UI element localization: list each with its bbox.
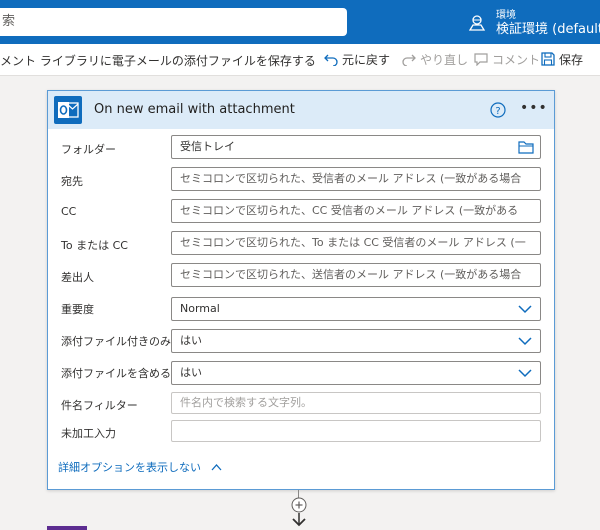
save-icon — [541, 52, 555, 66]
undo-label: 元に戻す — [342, 53, 391, 67]
top-header-bar: 索 環境 検証環境 (default) — [0, 0, 600, 44]
include-attachments-label: 添付ファイルを含める — [61, 367, 171, 380]
redo-button[interactable]: やり直し — [402, 50, 468, 70]
only-with-attachments-value: はい — [180, 334, 202, 347]
from-input[interactable]: セミコロンで区切られた、送信者のメール アドレス (一致がある場合 — [171, 263, 541, 287]
undo-icon — [324, 54, 338, 66]
card-title: On new email with attachment — [94, 102, 295, 117]
importance-dropdown[interactable]: Normal — [171, 297, 541, 321]
subject-filter-label: 件名フィルター — [61, 399, 138, 412]
arrow-down-icon — [292, 513, 306, 527]
outlook-icon — [54, 96, 82, 124]
to-or-cc-input[interactable]: セミコロンで区切られた、To または CC 受信者のメール アドレス (一 — [171, 231, 541, 255]
cc-input[interactable]: セミコロンで区切られた、CC 受信者のメール アドレス (一致がある — [171, 199, 541, 223]
advanced-options-label: 詳細オプションを表示しない — [58, 461, 201, 474]
chevron-down-icon — [518, 305, 532, 314]
hide-advanced-options-link[interactable]: 詳細オプションを表示しない — [58, 459, 222, 475]
folder-icon[interactable] — [518, 140, 534, 154]
folder-label: フォルダー — [61, 143, 116, 156]
chevron-up-icon — [211, 464, 221, 471]
chevron-down-icon — [518, 369, 532, 378]
search-input[interactable]: 索 — [0, 8, 347, 36]
raw-input-label: 未加工入力 — [61, 427, 116, 440]
folder-input[interactable]: 受信トレイ — [171, 135, 541, 159]
save-label: 保存 — [559, 53, 584, 67]
importance-label: 重要度 — [61, 303, 94, 316]
environment-icon[interactable] — [468, 14, 486, 32]
comment-label: コメント — [492, 53, 541, 67]
comment-button[interactable]: コメント — [474, 50, 540, 70]
to-label: 宛先 — [61, 175, 83, 188]
undo-button[interactable]: 元に戻す — [324, 50, 390, 70]
redo-icon — [402, 54, 416, 66]
include-attachments-value: はい — [180, 366, 202, 379]
trigger-card: On new email with attachment ? ••• フォルダー… — [47, 90, 555, 490]
save-button[interactable]: 保存 — [541, 50, 583, 70]
card-header[interactable]: On new email with attachment ? ••• — [48, 91, 554, 129]
to-input[interactable]: セミコロンで区切られた、受信者のメール アドレス (一致がある場合 — [171, 167, 541, 191]
chevron-down-icon — [518, 337, 532, 346]
help-icon[interactable]: ? — [490, 102, 506, 118]
only-with-attachments-label: 添付ファイル付きのみ — [61, 335, 171, 348]
flow-title: メント ライブラリに電子メールの添付ファイルを保存する — [0, 54, 316, 68]
raw-input-field[interactable] — [171, 420, 541, 442]
to-or-cc-label: To または CC — [61, 239, 128, 252]
redo-label: やり直し — [420, 53, 469, 67]
importance-value: Normal — [180, 302, 220, 315]
environment-name[interactable]: 検証環境 (default) — [496, 18, 600, 37]
from-label: 差出人 — [61, 271, 94, 284]
more-options-icon[interactable]: ••• — [520, 101, 547, 117]
next-step-card-edge — [47, 526, 87, 530]
add-step-icon[interactable] — [291, 497, 307, 513]
cc-label: CC — [61, 205, 77, 218]
subject-filter-input[interactable]: 件名内で検索する文字列。 — [171, 392, 541, 414]
only-with-attachments-dropdown[interactable]: はい — [171, 329, 541, 353]
comment-icon — [474, 53, 488, 66]
command-bar: メント ライブラリに電子メールの添付ファイルを保存する 元に戻す やり直し コメ… — [0, 44, 600, 76]
svg-text:?: ? — [495, 106, 500, 117]
folder-value: 受信トレイ — [180, 140, 235, 153]
include-attachments-dropdown[interactable]: はい — [171, 361, 541, 385]
